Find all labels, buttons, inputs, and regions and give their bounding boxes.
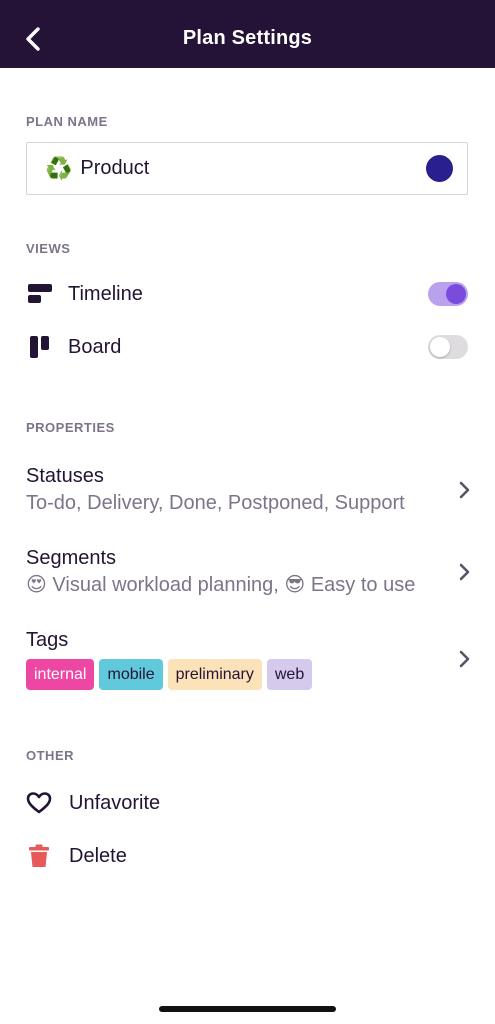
chevron-right-icon	[456, 562, 472, 582]
tag-list: internal mobile preliminary web	[26, 659, 472, 690]
unfavorite-button[interactable]: Unfavorite	[26, 787, 326, 819]
board-toggle[interactable]	[428, 335, 468, 359]
top-app-bar: Plan Settings	[0, 0, 495, 68]
board-label: Board	[68, 335, 122, 358]
tag-mobile: mobile	[99, 659, 163, 690]
chevron-right-icon	[456, 480, 472, 500]
plan-name-section-label: PLAN NAME	[26, 114, 108, 129]
segments-summary: 😍 Visual workload planning, 😎 Easy to us…	[26, 574, 416, 596]
timeline-label: Timeline	[68, 282, 143, 305]
view-row-timeline: Timeline	[26, 278, 468, 310]
toggle-knob	[430, 337, 450, 357]
plan-name-input[interactable]: Product	[80, 157, 426, 180]
statuses-title: Statuses	[26, 465, 104, 487]
tag-preliminary: preliminary	[167, 659, 262, 690]
page-title: Plan Settings	[182, 27, 313, 49]
chevron-right-icon	[456, 649, 472, 669]
segments-row[interactable]: Segments 😍 Visual workload planning, 😎 E…	[26, 545, 472, 599]
statuses-summary: To-do, Delivery, Done, Postponed, Suppor…	[26, 492, 405, 514]
other-section-label: OTHER	[26, 748, 74, 763]
timeline-icon	[26, 280, 54, 308]
unfavorite-label: Unfavorite	[69, 791, 161, 814]
board-icon	[26, 333, 54, 361]
plan-emoji[interactable]: ♻️	[45, 157, 72, 180]
delete-button[interactable]: Delete	[26, 840, 326, 872]
plan-color-picker[interactable]	[426, 155, 453, 182]
tags-row[interactable]: Tags internal mobile preliminary web	[26, 627, 472, 690]
tags-title: Tags	[26, 629, 69, 651]
plan-name-field[interactable]: ♻️ Product	[26, 142, 468, 195]
statuses-row[interactable]: Statuses To-do, Delivery, Done, Postpone…	[26, 463, 472, 517]
tag-internal: internal	[26, 659, 95, 690]
views-section-label: VIEWS	[26, 241, 71, 256]
tag-web: web	[266, 659, 313, 690]
trash-icon	[26, 842, 56, 870]
timeline-toggle[interactable]	[428, 282, 468, 306]
segments-title: Segments	[26, 547, 117, 569]
view-row-board: Board	[26, 331, 468, 363]
toggle-knob	[446, 284, 466, 304]
home-indicator[interactable]	[159, 1006, 336, 1012]
properties-section-label: PROPERTIES	[26, 420, 115, 435]
heart-outline-icon	[26, 789, 56, 817]
delete-label: Delete	[69, 844, 127, 867]
